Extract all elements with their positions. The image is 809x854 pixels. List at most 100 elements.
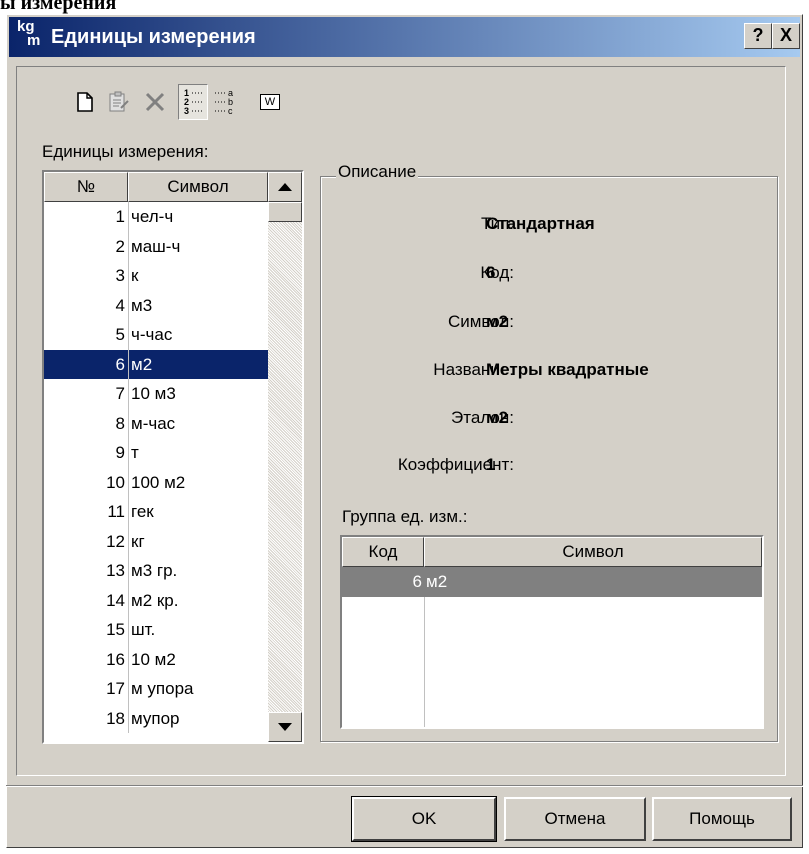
group-label: Группа ед. изм.: bbox=[342, 507, 468, 526]
list-item[interactable]: 1 чел-ч bbox=[44, 202, 268, 232]
list-item-number: 9 bbox=[115, 443, 125, 462]
list-item-symbol: 100 м2 bbox=[128, 467, 268, 497]
list-item[interactable]: 9т bbox=[44, 438, 268, 468]
group-row-code: 6 bbox=[412, 572, 422, 591]
help-button-label: Помощь bbox=[689, 809, 755, 828]
column-header-number[interactable]: № bbox=[44, 172, 128, 202]
list-item[interactable]: 16 10 м2 bbox=[44, 644, 268, 674]
list-item[interactable]: 12 кг bbox=[44, 526, 268, 556]
units-grid[interactable]: № Символ 1 чел-ч 2 маш-ч 3 к 4 м3 5 ч-час 6 м2 7 10 м… bbox=[42, 170, 304, 744]
name-value: Метры квадратные bbox=[486, 360, 649, 379]
window-title: Единицы измерения bbox=[51, 26, 256, 48]
list-item-symbol: шт. bbox=[128, 615, 268, 645]
arrow-down-icon bbox=[278, 723, 292, 731]
units-grid-rows: 1 чел-ч 2 маш-ч 3 к 4 м3 5 ч-час 6 м2 7 10 м3 8 м-час 9 т… bbox=[44, 202, 268, 733]
list-item-number: 8 bbox=[115, 413, 125, 433]
group-grid-header: Код Символ bbox=[342, 537, 762, 567]
w-icon-label: W bbox=[259, 94, 281, 110]
symbol-value: м2 bbox=[486, 312, 509, 331]
sort-alpha-icon[interactable]: abc bbox=[210, 84, 240, 120]
list-item[interactable]: 5 ч-час bbox=[44, 320, 268, 350]
list-item[interactable]: 10 100 м2 bbox=[44, 467, 268, 497]
list-item-symbol: ч-час bbox=[128, 320, 268, 350]
symbol-row: Символ: м2 bbox=[320, 312, 780, 336]
list-item[interactable]: 13 м3 гр. bbox=[44, 556, 268, 586]
units-list-label-text: Единицы измерения: bbox=[42, 142, 209, 161]
description-title: Описание bbox=[336, 162, 419, 182]
list-item[interactable]: 6 м2 bbox=[44, 349, 268, 379]
list-item-number: 10 bbox=[106, 472, 125, 492]
type-row: Тип: Стандартная bbox=[320, 214, 780, 238]
list-item-number: 18 bbox=[106, 708, 125, 728]
footer-separator bbox=[6, 785, 803, 787]
list-item-number: 1 bbox=[115, 207, 125, 226]
list-item[interactable]: 18 мупор bbox=[44, 703, 268, 733]
group-grid[interactable]: Код Символ 6 м2 bbox=[340, 535, 764, 729]
list-item-symbol: к bbox=[128, 261, 268, 291]
kg-m-icon: kg m bbox=[15, 19, 47, 53]
help-title-button[interactable]: ? bbox=[744, 23, 772, 49]
help-button[interactable]: Помощь bbox=[652, 797, 792, 841]
new-document-icon[interactable] bbox=[70, 84, 100, 120]
units-grid-scrollbar[interactable] bbox=[268, 172, 302, 742]
list-item-symbol: 10 м3 bbox=[128, 379, 268, 409]
sort-numeric-icon[interactable]: 123 bbox=[178, 84, 208, 120]
list-item[interactable]: 7 10 м3 bbox=[44, 379, 268, 409]
list-item[interactable]: 3к bbox=[44, 261, 268, 291]
list-item-symbol: м-час bbox=[128, 408, 268, 438]
close-button[interactable]: X bbox=[772, 23, 800, 49]
delete-icon[interactable] bbox=[140, 84, 170, 120]
list-item-symbol: м2 bbox=[128, 349, 268, 379]
scroll-thumb[interactable] bbox=[268, 202, 302, 222]
units-grid-header: № Символ bbox=[44, 172, 268, 202]
list-item-number: 7 bbox=[115, 384, 125, 403]
list-item-number: 14 bbox=[106, 590, 125, 610]
ok-button[interactable]: OK bbox=[351, 796, 497, 842]
list-item[interactable]: 14 м2 кр. bbox=[44, 585, 268, 615]
scroll-down-button[interactable] bbox=[268, 712, 302, 742]
list-item-number: 6 bbox=[115, 354, 125, 374]
type-value: Стандартная bbox=[486, 214, 595, 233]
list-item-number: 17 bbox=[106, 679, 125, 698]
group-column-code[interactable]: Код bbox=[342, 537, 424, 567]
list-item-symbol: кг bbox=[128, 526, 268, 556]
arrow-up-icon bbox=[278, 183, 292, 191]
list-item-symbol: мупор bbox=[128, 703, 268, 733]
group-row[interactable]: 6 м2 bbox=[342, 567, 762, 597]
code-value: 6 bbox=[486, 263, 496, 282]
background-caption: ы измерения bbox=[0, 0, 117, 14]
column-header-symbol[interactable]: Символ bbox=[128, 172, 268, 202]
list-item-number: 5 bbox=[115, 325, 125, 344]
list-item-symbol: маш-ч bbox=[128, 231, 268, 261]
list-item-symbol: гек bbox=[128, 497, 268, 527]
list-item-symbol: м3 гр. bbox=[128, 556, 268, 586]
list-item-number: 16 bbox=[106, 649, 125, 669]
list-item-symbol: м3 bbox=[128, 290, 268, 320]
w-icon[interactable]: W bbox=[250, 84, 290, 120]
list-item-number: 11 bbox=[107, 502, 125, 521]
list-item-number: 2 bbox=[115, 236, 125, 256]
coef-label: Коэффициент: bbox=[397, 455, 514, 474]
list-item[interactable]: 17 м упора bbox=[44, 674, 268, 704]
etalon-value: м2 bbox=[486, 408, 509, 427]
title-bar[interactable]: kg m Единицы измерения ? X bbox=[9, 17, 800, 57]
svg-text:c: c bbox=[228, 106, 233, 116]
coef-value: 1 bbox=[486, 455, 496, 474]
coef-row: Коэффициент: 1 bbox=[320, 455, 780, 479]
list-item[interactable]: 15 шт. bbox=[44, 615, 268, 645]
list-item[interactable]: 2 маш-ч bbox=[44, 231, 268, 261]
list-item-symbol: чел-ч bbox=[128, 202, 268, 232]
ok-button-label: OK bbox=[411, 809, 437, 828]
list-item-symbol: м упора bbox=[128, 674, 268, 704]
list-item-number: 13 bbox=[106, 561, 125, 580]
units-list-label: Единицы измерения: bbox=[42, 142, 208, 162]
properties-icon[interactable] bbox=[104, 84, 134, 120]
code-row: Код: 6 bbox=[320, 263, 780, 287]
list-item[interactable]: 4 м3 bbox=[44, 290, 268, 320]
cancel-button[interactable]: Отмена bbox=[504, 797, 646, 841]
scroll-up-button[interactable] bbox=[268, 172, 302, 202]
list-item[interactable]: 8 м-час bbox=[44, 408, 268, 438]
group-column-symbol[interactable]: Символ bbox=[424, 537, 762, 567]
list-item[interactable]: 11 гек bbox=[44, 497, 268, 527]
group-grid-divider bbox=[424, 597, 425, 727]
